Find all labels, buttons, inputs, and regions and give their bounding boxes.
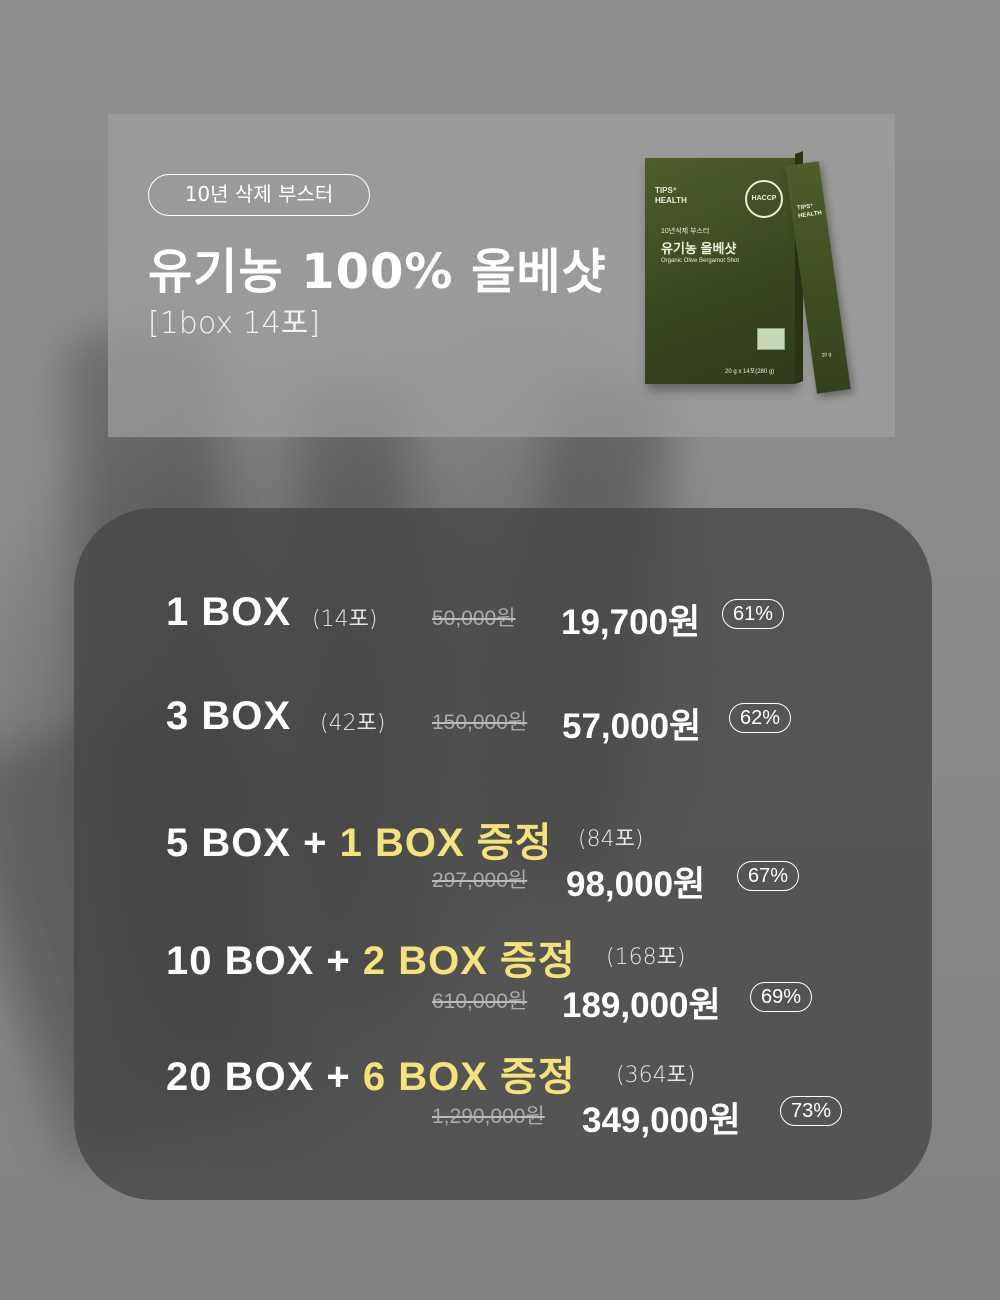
offer-label: 1 BOX xyxy=(166,590,291,635)
offer-label: 20 BOX + 6 BOX 증정 xyxy=(166,1044,576,1102)
discount-badge: 62% xyxy=(729,703,792,733)
offer-pack-count: (364포) xyxy=(616,1063,696,1088)
offer-box-count: 5 BOX + xyxy=(166,821,340,865)
offer-pack-count: (168포) xyxy=(606,945,686,970)
hero-card: 10년 삭제 부스터 유기농 100% 올베샷 [1box 14포] TIPS⁺… xyxy=(108,114,895,437)
product-image: TIPS⁺ HEALTH HACCP 10년삭제 부스터 유기농 올베샷 Org… xyxy=(645,151,855,424)
sale-price: 189,000원 xyxy=(562,986,721,1025)
sale-price: 349,000원 xyxy=(582,1101,741,1140)
product-small-label: 10년삭제 부스터 xyxy=(661,228,710,235)
offer-label: 5 BOX + 1 BOX 증정 xyxy=(166,810,552,868)
offer-pack-count: (84포) xyxy=(578,827,644,852)
stick-weight: 20 g xyxy=(821,351,832,359)
offer-box-count: 10 BOX + xyxy=(166,939,363,983)
offer-pack-count: (42포) xyxy=(320,711,386,736)
discount-badge: 73% xyxy=(780,1096,843,1126)
discount-badge: 67% xyxy=(737,861,800,891)
offer-gift: 2 BOX 증정 xyxy=(362,939,576,983)
sale-price: 19,700원 xyxy=(561,603,701,642)
offer-gift: 6 BOX 증정 xyxy=(362,1055,576,1099)
offer-box-count: 3 BOX xyxy=(166,694,292,738)
sale-price: 98,000원 xyxy=(566,865,706,904)
offer-gift: 1 BOX 증정 xyxy=(339,821,553,865)
offer-label: 10 BOX + 2 BOX 증정 xyxy=(166,928,576,986)
original-price: 610,000원 xyxy=(432,990,528,1013)
discount-badge: 69% xyxy=(750,982,813,1012)
original-price: 50,000원 xyxy=(432,607,516,630)
offer-box-count: 1 BOX xyxy=(166,590,292,634)
stick-brand: TIPS⁺ HEALTH xyxy=(796,203,823,220)
hero-title: 유기농 100% 올베샷 xyxy=(148,244,607,300)
original-price: 150,000원 xyxy=(432,711,528,734)
offer-pack-count: (14포) xyxy=(312,607,378,632)
hero-tag: 10년 삭제 부스터 xyxy=(148,174,370,216)
original-price: 1,290,000원 xyxy=(432,1105,545,1128)
price-panel: 1 BOX (14포) 50,000원 19,700원 61% 3 BOX (4… xyxy=(74,508,932,1200)
product-box: TIPS⁺ HEALTH HACCP 10년삭제 부스터 유기농 올베샷 Org… xyxy=(645,158,795,384)
haccp-seal-icon: HACCP xyxy=(745,180,783,218)
product-box-english: Organic Olive Bergamot Shot xyxy=(661,258,740,264)
discount-badge: 61% xyxy=(722,599,785,629)
original-price: 297,000원 xyxy=(432,869,528,892)
product-weight: 20 g x 14포(280 g) xyxy=(725,369,775,375)
product-brand: TIPS⁺ HEALTH xyxy=(655,186,687,205)
sale-price: 57,000원 xyxy=(562,707,702,746)
hero-subtitle: [1box 14포] xyxy=(148,306,321,341)
certification-badge-icon xyxy=(757,328,785,350)
product-box-name: 유기농 올베샷 xyxy=(661,241,737,256)
offer-box-count: 20 BOX + xyxy=(166,1055,363,1099)
offer-label: 3 BOX xyxy=(166,694,291,739)
